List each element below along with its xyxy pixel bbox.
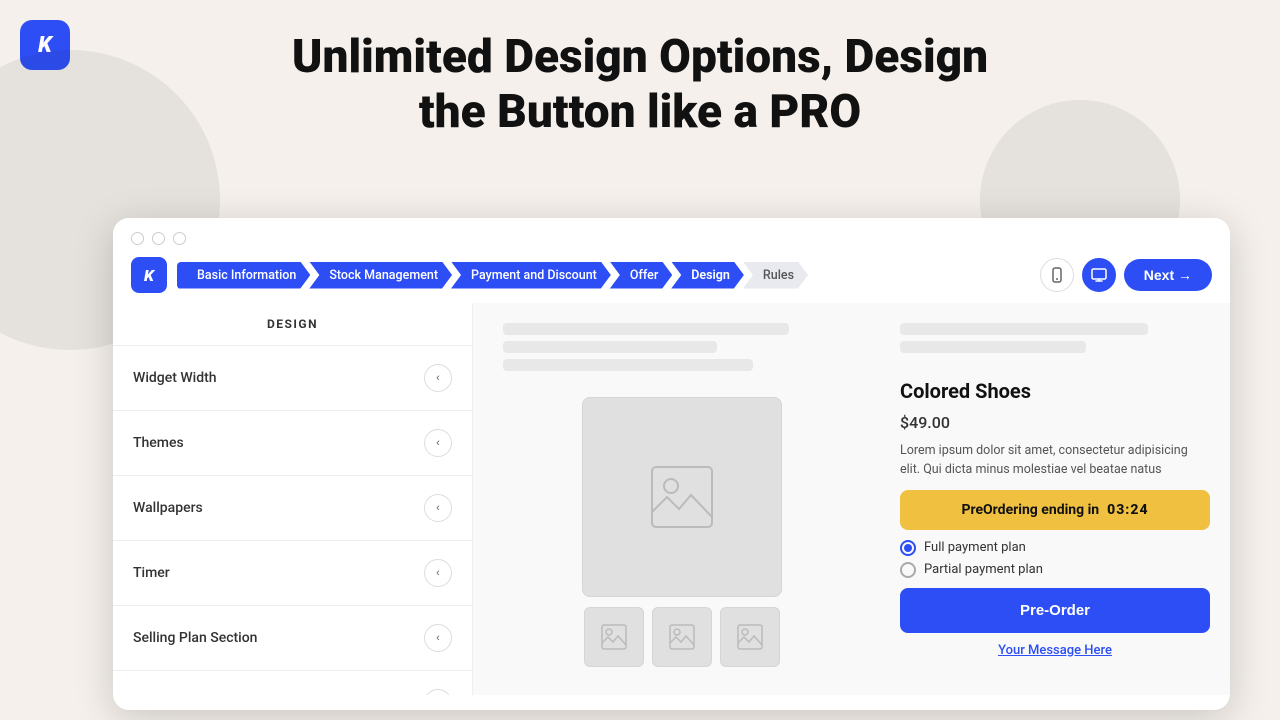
product-name: Colored Shoes <box>900 379 1210 403</box>
partial-payment-radio[interactable] <box>900 562 916 578</box>
full-payment-radio[interactable] <box>900 540 916 556</box>
step-design[interactable]: Design <box>671 262 744 289</box>
product-thumbnails <box>584 607 780 667</box>
payment-options: Full payment plan Partial payment plan <box>900 540 1210 578</box>
partial-payment-option[interactable]: Partial payment plan <box>900 562 1210 578</box>
product-price: $49.00 <box>900 413 1210 432</box>
step-offer[interactable]: Offer <box>610 262 672 289</box>
your-message-link[interactable]: Your Message Here <box>900 643 1210 658</box>
step-payment-discount[interactable]: Payment and Discount <box>451 262 611 289</box>
step-stock-management[interactable]: Stock Management <box>309 262 452 289</box>
main-section-chevron[interactable]: ‹ <box>424 689 452 695</box>
skeleton-group <box>900 323 1210 359</box>
content-area: DESIGN Widget Width ‹ Themes ‹ Wallpaper… <box>113 303 1230 695</box>
thumb-placeholder-3 <box>736 623 764 651</box>
panel-item-wallpapers[interactable]: Wallpapers ‹ <box>113 476 472 541</box>
window-dots <box>131 232 1212 245</box>
skeleton-line-2 <box>503 341 717 353</box>
preorder-timer-bar: PreOrdering ending in 03:24 <box>900 490 1210 530</box>
window-chrome <box>113 218 1230 245</box>
dot-minimize <box>152 232 165 245</box>
thumbnail-2 <box>652 607 712 667</box>
preorder-button[interactable]: Pre-Order <box>900 588 1210 633</box>
widget-width-chevron[interactable]: ‹ <box>424 364 452 392</box>
themes-chevron[interactable]: ‹ <box>424 429 452 457</box>
full-payment-option[interactable]: Full payment plan <box>900 540 1210 556</box>
product-placeholder-icon <box>647 462 717 532</box>
preview-area: Colored Shoes $49.00 Lorem ipsum dolor s… <box>473 303 1230 695</box>
skeleton-line-3 <box>503 359 753 371</box>
thumb-placeholder-1 <box>600 623 628 651</box>
panel-item-main-section[interactable]: Main Section ‹ <box>113 671 472 695</box>
nav-right-controls: Next → <box>1040 258 1212 292</box>
timer-label: PreOrdering ending in <box>961 502 1099 518</box>
timer-value: 03:24 <box>1107 502 1148 518</box>
product-description: Lorem ipsum dolor sit amet, consectetur … <box>900 442 1210 480</box>
main-product-image <box>582 397 782 597</box>
left-panel: DESIGN Widget Width ‹ Themes ‹ Wallpaper… <box>113 303 473 695</box>
next-button[interactable]: Next → <box>1124 259 1212 291</box>
skeleton-detail-1 <box>900 323 1148 335</box>
headline: Unlimited Design Options, Design the But… <box>0 30 1280 140</box>
steps-nav: Basic Information Stock Management Payme… <box>177 262 1030 289</box>
ui-window: K Basic Information Stock Management Pay… <box>113 218 1230 710</box>
panel-item-themes[interactable]: Themes ‹ <box>113 411 472 476</box>
product-detail-column: Colored Shoes $49.00 Lorem ipsum dolor s… <box>890 303 1230 695</box>
navbar: K Basic Information Stock Management Pay… <box>113 257 1230 303</box>
skeleton-detail-2 <box>900 341 1086 353</box>
thumb-placeholder-2 <box>668 623 696 651</box>
panel-item-selling-plan[interactable]: Selling Plan Section ‹ <box>113 606 472 671</box>
desktop-view-button[interactable] <box>1082 258 1116 292</box>
dot-close <box>131 232 144 245</box>
skeleton-line-1 <box>503 323 789 335</box>
nav-logo: K <box>131 257 167 293</box>
step-basic-information[interactable]: Basic Information <box>177 262 310 289</box>
headline-line2: the Button like a PRO <box>419 85 861 139</box>
step-rules[interactable]: Rules <box>743 262 808 289</box>
panel-item-widget-width[interactable]: Widget Width ‹ <box>113 346 472 411</box>
selling-plan-chevron[interactable]: ‹ <box>424 624 452 652</box>
panel-item-timer[interactable]: Timer ‹ <box>113 541 472 606</box>
product-images-column <box>473 303 890 695</box>
mobile-view-button[interactable] <box>1040 258 1074 292</box>
thumbnail-1 <box>584 607 644 667</box>
dot-expand <box>173 232 186 245</box>
timer-chevron[interactable]: ‹ <box>424 559 452 587</box>
wallpapers-chevron[interactable]: ‹ <box>424 494 452 522</box>
panel-header: DESIGN <box>113 303 472 346</box>
headline-line1: Unlimited Design Options, Design <box>292 30 988 84</box>
thumbnail-3 <box>720 607 780 667</box>
